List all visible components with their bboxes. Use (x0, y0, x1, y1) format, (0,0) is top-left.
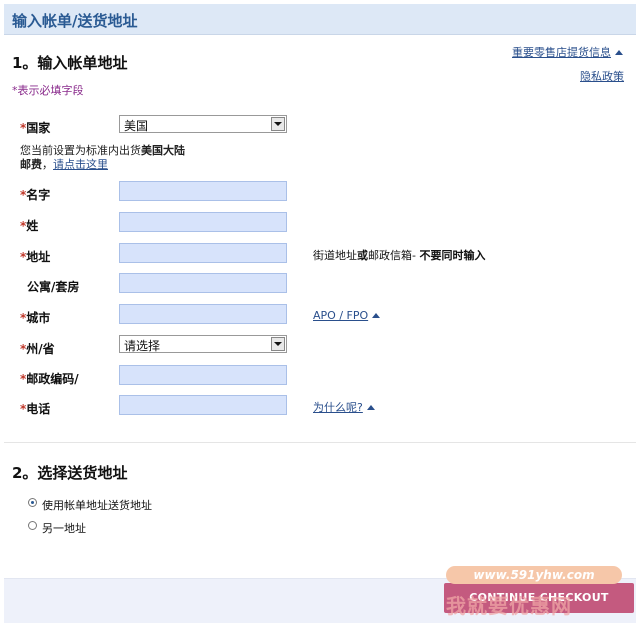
apartment-label: 公寓/套房 (27, 280, 80, 294)
address-label: *地址 (20, 250, 51, 264)
address-note: 街道地址或邮政信箱- 不要同时输入 (313, 249, 486, 262)
privacy-policy-link[interactable]: 隐私政策 (580, 68, 624, 84)
address-input[interactable] (119, 243, 287, 263)
section-divider (4, 442, 636, 443)
page-title: 输入帐单/送货地址 (12, 12, 138, 30)
apartment-input[interactable] (119, 273, 287, 293)
city-input[interactable] (119, 304, 287, 324)
why-link-wrap[interactable]: 为什么呢? (313, 399, 375, 415)
apo-fpo-link-wrap[interactable]: APO / FPO (313, 308, 381, 322)
chevron-down-icon[interactable] (271, 337, 285, 351)
apo-fpo-link[interactable]: APO / FPO (313, 309, 368, 322)
state-select-value: 请选择 (124, 339, 161, 353)
why-link[interactable]: 为什么呢? (313, 401, 363, 414)
first-name-label: *名字 (20, 188, 51, 202)
country-label: *国家 (20, 121, 51, 135)
state-select[interactable]: 请选择 (119, 335, 287, 353)
radio-other-address-label[interactable]: 另一地址 (42, 520, 86, 536)
triangle-up-icon (615, 50, 623, 55)
first-name-input[interactable] (119, 181, 287, 201)
watermark-text: 我就要优惠网 (446, 594, 572, 618)
shipping-notice: 您当前设置为标准内出货美国大陆 邮费，请点击这里 (20, 144, 185, 171)
phone-input[interactable] (119, 395, 287, 415)
state-label: *州/省 (20, 342, 55, 356)
zip-label: *邮政编码/ (20, 372, 79, 386)
chevron-down-icon[interactable] (271, 117, 285, 131)
radio-other-address[interactable] (28, 521, 37, 530)
radio-use-billing[interactable] (28, 498, 37, 507)
city-label: *城市 (20, 311, 51, 325)
triangle-up-icon (366, 405, 375, 410)
radio-use-billing-label[interactable]: 使用帐单地址送货地址 (42, 497, 152, 513)
billing-section-title: 1。输入帐单地址 (12, 54, 128, 72)
country-select-value: 美国 (124, 119, 149, 133)
required-fields-note: *表示必填字段 (12, 84, 84, 97)
phone-label: *电话 (20, 402, 51, 416)
click-here-link[interactable]: 请点击这里 (53, 158, 108, 171)
shipping-section-title: 2。选择送货地址 (12, 464, 128, 482)
important-info-link[interactable]: 重要零售店提货信息 (512, 46, 611, 59)
zip-input[interactable] (119, 365, 287, 385)
last-name-label: *姓 (20, 219, 39, 233)
country-select[interactable]: 美国 (119, 115, 287, 133)
triangle-up-icon (372, 313, 381, 318)
important-info-link-wrap[interactable]: 重要零售店提货信息 (512, 44, 623, 60)
last-name-input[interactable] (119, 212, 287, 232)
watermark-url: www.591yhw.com (446, 566, 622, 584)
